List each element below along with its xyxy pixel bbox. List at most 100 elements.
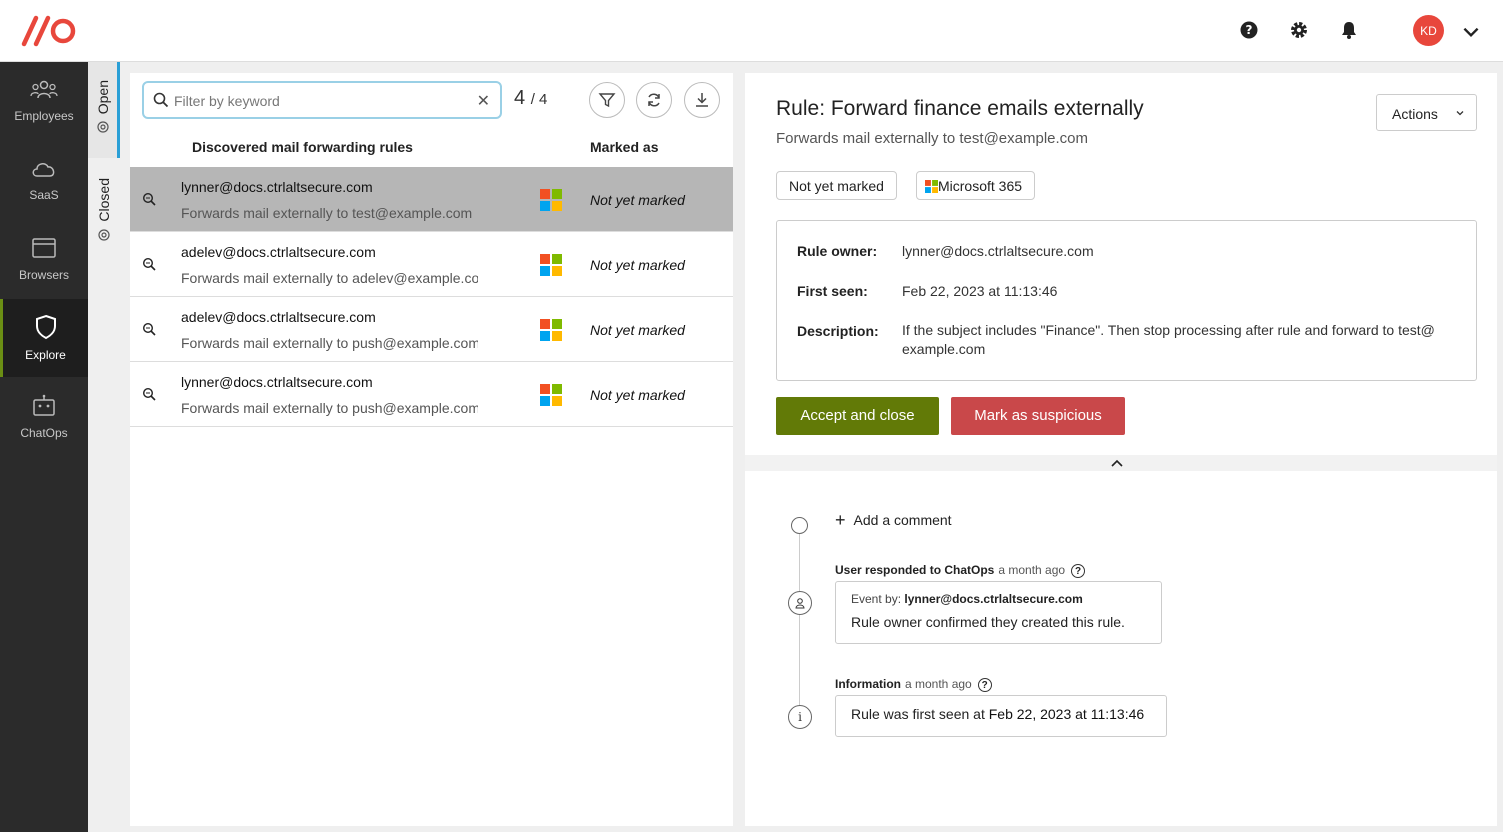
refresh-icon <box>648 93 660 107</box>
rule-description: Forwards mail externally to push@example… <box>181 335 478 351</box>
result-count-total: / 4 <box>530 91 548 108</box>
column-header-marked-as[interactable]: Marked as <box>590 139 658 155</box>
inspect-zoom-icon[interactable] <box>142 257 156 271</box>
employees-icon <box>30 80 58 99</box>
left-navigation: Employees SaaS Browsers Explore ChatOps <box>0 62 88 832</box>
chevron-down-icon <box>1456 111 1464 116</box>
event-title: Information <box>835 677 901 691</box>
marked-status: Not yet marked <box>590 192 685 208</box>
microsoft-logo-icon <box>540 384 562 406</box>
chevron-up-icon <box>1111 459 1123 467</box>
nav-item-explore[interactable]: Explore <box>0 299 88 377</box>
description-label: Description: <box>797 323 879 339</box>
info-icon: i <box>788 705 812 729</box>
help-icon[interactable]: ? <box>1071 564 1086 578</box>
table-row[interactable]: adelev@docs.ctrlaltsecure.com Forwards m… <box>130 232 733 297</box>
nav-item-browsers[interactable]: Browsers <box>0 220 88 298</box>
nav-item-saas[interactable]: SaaS <box>0 141 88 219</box>
plus-icon: + <box>835 510 846 530</box>
event-by-value: lynner@docs.ctrlaltsecure.com <box>904 592 1083 606</box>
table-row[interactable]: lynner@docs.ctrlaltsecure.com Forwards m… <box>130 362 733 427</box>
search-box: ✕ <box>142 81 502 119</box>
rule-subtitle: Forwards mail externally to test@example… <box>776 130 1088 147</box>
inspect-zoom-icon[interactable] <box>142 192 156 206</box>
nav-label-saas: SaaS <box>29 188 59 202</box>
event-message: Rule was first seen at Feb 22, 2023 at 1… <box>851 706 1151 722</box>
actions-dropdown[interactable]: Actions <box>1376 94 1477 131</box>
add-comment-button[interactable]: + Add a comment <box>835 510 952 531</box>
status-tabs: Open Closed <box>88 62 120 832</box>
nav-item-chatops[interactable]: ChatOps <box>0 378 88 456</box>
event-title: User responded to ChatOps <box>835 563 995 577</box>
open-count-icon <box>96 121 109 133</box>
browser-icon <box>32 238 56 258</box>
table-row[interactable]: lynner@docs.ctrlaltsecure.com Forwards m… <box>130 167 733 232</box>
nav-item-employees[interactable]: Employees <box>0 62 88 140</box>
event-message-date: Feb 22, 2023 at 11:13:46 <box>988 706 1145 722</box>
download-button[interactable] <box>684 82 720 118</box>
refresh-button[interactable] <box>636 82 672 118</box>
notifications-bell-icon[interactable] <box>1338 19 1360 41</box>
user-avatar[interactable]: KD <box>1413 15 1444 46</box>
actions-label: Actions <box>1392 106 1438 122</box>
event-time: a month ago <box>905 677 972 691</box>
top-bar: ? KD <box>0 0 1503 62</box>
rule-detail-panel: Rule: Forward finance emails externally … <box>745 73 1497 826</box>
microsoft-logo-icon <box>540 254 562 276</box>
collapse-divider[interactable] <box>745 455 1497 471</box>
event-message: Rule owner confirmed they created this r… <box>851 614 1125 630</box>
table-row[interactable]: adelev@docs.ctrlaltsecure.com Forwards m… <box>130 297 733 362</box>
download-icon <box>696 93 708 107</box>
rule-description: Forwards mail externally to adelev@examp… <box>181 270 478 286</box>
filter-icon <box>598 93 616 108</box>
logo-icon[interactable] <box>20 14 80 48</box>
rule-owner-email: adelev@docs.ctrlaltsecure.com <box>181 244 376 260</box>
nav-label-chatops: ChatOps <box>20 426 68 440</box>
tab-closed-label: Closed <box>96 178 112 222</box>
microsoft-logo-icon <box>540 189 562 211</box>
clear-search-icon[interactable]: ✕ <box>477 91 490 111</box>
result-count: 4 / 4 <box>514 87 547 110</box>
result-count-shown: 4 <box>514 87 526 109</box>
add-comment-label: Add a comment <box>853 512 952 528</box>
accept-and-close-button[interactable]: Accept and close <box>776 397 939 435</box>
event-by: Event by: lynner@docs.ctrlaltsecure.com <box>851 592 1146 606</box>
rule-description: Forwards mail externally to test@example… <box>181 205 473 221</box>
nav-label-employees: Employees <box>14 109 74 123</box>
event-card: Event by: lynner@docs.ctrlaltsecure.com … <box>835 581 1162 644</box>
first-seen-label: First seen: <box>797 283 868 299</box>
mark-as-suspicious-button[interactable]: Mark as suspicious <box>951 397 1125 435</box>
event-header: Information a month ago? <box>835 677 992 692</box>
account-chevron-down-icon[interactable] <box>1460 21 1482 43</box>
tab-closed[interactable]: Closed <box>88 170 120 250</box>
inspect-zoom-icon[interactable] <box>142 387 156 401</box>
microsoft-logo-icon <box>540 319 562 341</box>
status-chip-label: Not yet marked <box>789 178 884 194</box>
cloud-icon <box>32 163 55 177</box>
nav-label-browsers: Browsers <box>18 268 69 282</box>
source-chip-label: Microsoft 365 <box>938 178 1023 194</box>
event-by-label: Event by: <box>851 592 902 606</box>
tab-open[interactable]: Open <box>88 62 120 158</box>
owner-label: Rule owner: <box>797 243 878 259</box>
settings-gear-icon[interactable] <box>1288 19 1310 41</box>
event-card: Rule was first seen at Feb 22, 2023 at 1… <box>835 695 1167 737</box>
search-input[interactable] <box>174 91 464 111</box>
help-icon[interactable]: ? <box>977 678 992 692</box>
event-header: User responded to ChatOps a month ago? <box>835 563 1086 578</box>
rule-info-box: Rule owner: lynner@docs.ctrlaltsecure.co… <box>776 220 1477 381</box>
event-time: a month ago <box>998 563 1066 577</box>
column-header-rules[interactable]: Discovered mail forwarding rules <box>192 139 413 155</box>
inspect-zoom-icon[interactable] <box>142 322 156 336</box>
rule-description: Forwards mail externally to push@example… <box>181 400 478 416</box>
nav-label-explore: Explore <box>25 348 66 362</box>
search-icon <box>153 92 169 108</box>
status-chip: Not yet marked <box>776 171 897 200</box>
rule-title: Rule: Forward finance emails externally <box>776 97 1144 120</box>
rule-owner-email: lynner@docs.ctrlaltsecure.com <box>181 179 373 195</box>
shield-icon <box>35 314 56 340</box>
rule-owner-email: adelev@docs.ctrlaltsecure.com <box>181 309 376 325</box>
filter-button[interactable] <box>589 82 625 118</box>
tab-open-label: Open <box>94 80 111 115</box>
help-icon[interactable]: ? <box>1238 19 1260 41</box>
